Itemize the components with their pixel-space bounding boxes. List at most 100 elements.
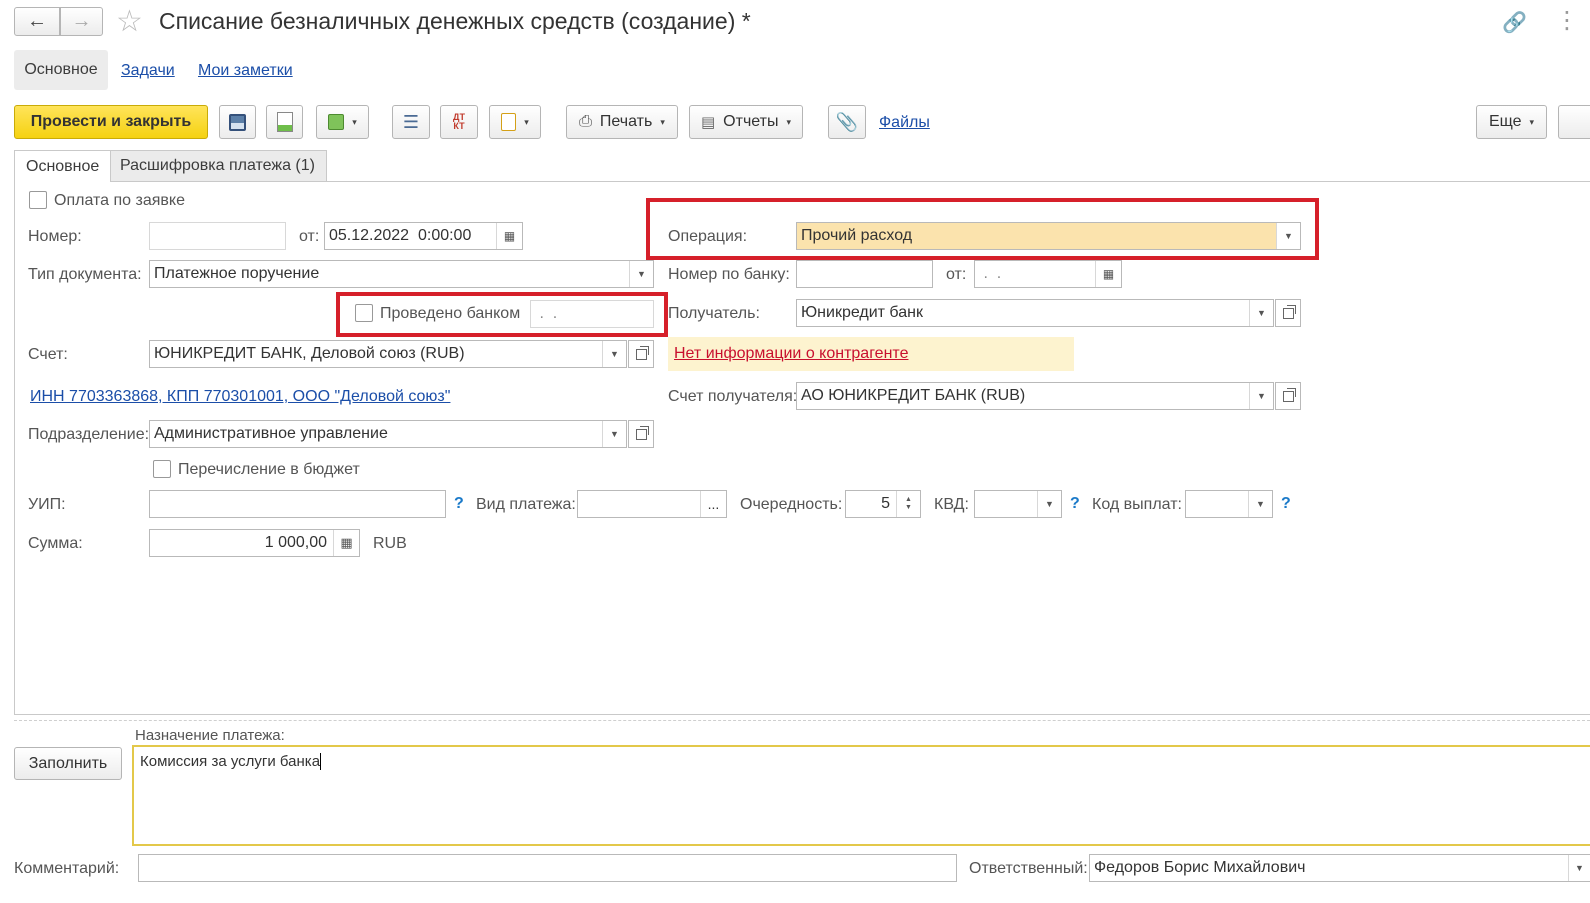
- operation-select[interactable]: Прочий расход ▼: [796, 222, 1301, 250]
- chevron-down-icon[interactable]: ▼: [602, 421, 626, 447]
- budget-label: Перечисление в бюджет: [178, 461, 360, 478]
- files-link[interactable]: Файлы: [879, 114, 930, 132]
- order-label: Очередность:: [740, 496, 843, 513]
- save-button[interactable]: [219, 105, 256, 139]
- comment-input[interactable]: [138, 854, 957, 882]
- date-input[interactable]: 05.12.2022 0:00:00 ▦: [324, 222, 523, 250]
- currency-label: RUB: [373, 535, 407, 552]
- pay-by-request-checkbox[interactable]: [29, 191, 47, 209]
- recipient-account-value: АО ЮНИКРЕДИТ БАНК (RUB): [801, 387, 1026, 404]
- spin-arrows-icon[interactable]: ▲ ▼: [896, 491, 920, 517]
- structure-button[interactable]: ▾: [489, 105, 541, 139]
- organization-link[interactable]: ИНН 7703363868, КПП 770301001, ООО "Дело…: [30, 388, 450, 406]
- purpose-text: Комиссия за услуги банка: [140, 753, 321, 770]
- nav-tab-main-label: Основное: [24, 61, 98, 78]
- department-open-button[interactable]: [628, 420, 654, 448]
- budget-checkbox[interactable]: [153, 460, 171, 478]
- responsible-select[interactable]: Федоров Борис Михайлович ▼: [1089, 854, 1590, 882]
- open-icon: [1282, 387, 1296, 402]
- help-button[interactable]: [1558, 105, 1590, 139]
- recipient-select[interactable]: Юникредит банк ▼: [796, 299, 1274, 327]
- post-button[interactable]: [266, 105, 303, 139]
- chevron-down-icon[interactable]: ▼: [629, 261, 653, 287]
- more-vertical-icon[interactable]: ⋮: [1555, 6, 1579, 35]
- nav-tab-tasks[interactable]: Задачи: [121, 62, 175, 80]
- splitter[interactable]: [14, 720, 1590, 721]
- payment-kind-input[interactable]: ...: [577, 490, 727, 518]
- payout-code-help-icon[interactable]: ?: [1281, 495, 1291, 513]
- chevron-down-icon[interactable]: ▼: [1568, 855, 1590, 881]
- recipient-account-label: Счет получателя:: [668, 388, 798, 405]
- chevron-down-icon[interactable]: ▼: [1249, 300, 1273, 326]
- order-spinner[interactable]: 5 ▲ ▼: [845, 490, 921, 518]
- recipient-account-select[interactable]: АО ЮНИКРЕДИТ БАНК (RUB) ▼: [796, 382, 1274, 410]
- kvd-help-icon[interactable]: ?: [1070, 495, 1080, 513]
- operation-label: Операция:: [668, 228, 748, 245]
- bank-done-checkbox[interactable]: [355, 304, 373, 322]
- tab-main-label: Основное: [26, 157, 100, 175]
- calendar-icon[interactable]: ▦: [496, 223, 522, 249]
- chevron-down-icon[interactable]: ▼: [1249, 383, 1273, 409]
- payment-kind-select-button[interactable]: ...: [700, 491, 726, 517]
- doctype-select[interactable]: Платежное поручение ▼: [149, 260, 654, 288]
- journal-button[interactable]: ☰: [392, 105, 430, 139]
- bank-done-date-input[interactable]: . .: [530, 300, 654, 328]
- kvd-select[interactable]: ▼: [974, 490, 1062, 518]
- more-button[interactable]: Еще ▾: [1476, 105, 1547, 139]
- tab-payment-details[interactable]: Расшифровка платежа (1): [108, 150, 327, 181]
- attach-button[interactable]: 📎: [828, 105, 866, 139]
- open-icon: [1282, 304, 1296, 319]
- arrow-left-icon: ←: [27, 10, 47, 32]
- comment-label: Комментарий:: [14, 860, 120, 877]
- calendar-icon[interactable]: ▦: [1095, 261, 1121, 287]
- purpose-label: Назначение платежа:: [135, 727, 285, 744]
- no-contractor-info-link[interactable]: Нет информации о контрагенте: [674, 345, 908, 363]
- forward-button[interactable]: →: [60, 7, 103, 36]
- uip-help-icon[interactable]: ?: [454, 495, 464, 513]
- reports-label: Отчеты: [723, 113, 779, 130]
- star-icon[interactable]: ☆: [116, 4, 143, 39]
- fill-button[interactable]: Заполнить: [14, 747, 122, 780]
- tab-payment-details-label: Расшифровка платежа (1): [120, 157, 315, 174]
- sum-input[interactable]: 1 000,00 ▦: [149, 529, 360, 557]
- bank-done-label: Проведено банком: [380, 305, 521, 322]
- chevron-down-icon: ▾: [786, 116, 792, 127]
- reports-icon: ▤: [700, 114, 716, 131]
- dt-kt-button[interactable]: ДТ КТ: [440, 105, 478, 139]
- recipient-value: Юникредит банк: [801, 304, 923, 321]
- open-icon: [635, 345, 649, 360]
- bank-date-value: . .: [979, 265, 1002, 282]
- chevron-down-icon[interactable]: ▼: [602, 341, 626, 367]
- bank-number-input[interactable]: [796, 260, 933, 288]
- account-select[interactable]: ЮНИКРЕДИТ БАНК, Деловой союз (RUB) ▼: [149, 340, 627, 368]
- calculator-icon[interactable]: ▦: [333, 530, 359, 556]
- date-from-label: от:: [299, 228, 320, 245]
- nav-tab-notes[interactable]: Мои заметки: [198, 62, 293, 80]
- chevron-down-icon[interactable]: ▼: [1276, 223, 1300, 249]
- uip-input[interactable]: [149, 490, 446, 518]
- print-button[interactable]: ⎙ Печать ▾: [566, 105, 678, 139]
- nav-tab-main[interactable]: Основное: [14, 50, 108, 90]
- account-open-button[interactable]: [628, 340, 654, 368]
- payout-code-select[interactable]: ▼: [1185, 490, 1273, 518]
- chevron-down-icon[interactable]: ▼: [1037, 491, 1061, 517]
- recipient-open-button[interactable]: [1275, 299, 1301, 327]
- create-based-icon: [328, 114, 345, 130]
- back-button[interactable]: ←: [14, 7, 60, 36]
- recipient-label: Получатель:: [668, 305, 760, 322]
- number-input[interactable]: [149, 222, 286, 250]
- payout-code-label: Код выплат:: [1092, 496, 1182, 513]
- reports-button[interactable]: ▤ Отчеты ▾: [689, 105, 803, 139]
- recipient-account-open-button[interactable]: [1275, 382, 1301, 410]
- department-select[interactable]: Административное управление ▼: [149, 420, 627, 448]
- create-based-on-button[interactable]: ▾: [316, 105, 369, 139]
- tab-main[interactable]: Основное: [14, 150, 112, 182]
- bank-date-input[interactable]: . . ▦: [974, 260, 1122, 288]
- chevron-down-icon[interactable]: ▼: [1248, 491, 1272, 517]
- purpose-textarea[interactable]: Комиссия за услуги банка: [132, 745, 1590, 846]
- link-icon[interactable]: 🔗: [1502, 10, 1527, 35]
- date-value: 05.12.2022 0:00:00: [329, 227, 472, 244]
- responsible-label: Ответственный:: [969, 860, 1088, 877]
- post-and-close-button[interactable]: Провести и закрыть: [14, 105, 208, 139]
- account-value: ЮНИКРЕДИТ БАНК, Деловой союз (RUB): [154, 345, 465, 362]
